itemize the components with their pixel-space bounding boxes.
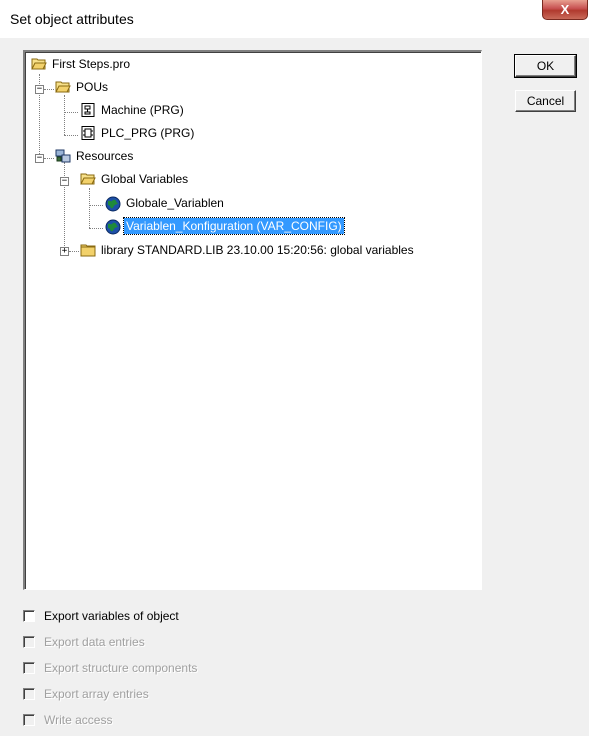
collapse-global-variables-toggle[interactable]: − <box>60 177 69 186</box>
tree-line <box>64 95 65 135</box>
tree-line <box>44 89 54 90</box>
close-button[interactable]: X <box>542 0 588 20</box>
resources-icon <box>55 149 71 163</box>
tree-line <box>64 135 78 136</box>
folder-open-icon <box>55 80 71 94</box>
export-array-entries-checkbox: Export array entries <box>23 686 149 702</box>
tree-item-library-standard[interactable]: library STANDARD.LIB 23.10.00 15:20:56: … <box>80 240 416 260</box>
export-structure-components-checkbox: Export structure components <box>23 660 197 676</box>
folder-open-icon <box>80 172 96 186</box>
tree-item-globale-variablen[interactable]: Globale_Variablen <box>105 193 226 213</box>
tree-item-label: POUs <box>76 80 109 94</box>
window-title: Set object attributes <box>10 11 134 27</box>
checkbox-box <box>23 714 35 726</box>
tree-line <box>69 251 79 252</box>
tree-item-label: Machine (PRG) <box>101 103 184 117</box>
cancel-button[interactable]: Cancel <box>515 90 576 112</box>
tree-line <box>64 162 65 246</box>
tree-line <box>44 158 54 159</box>
checkbox-box[interactable] <box>23 610 35 622</box>
tree-line <box>64 112 78 113</box>
collapse-pous-toggle[interactable]: − <box>35 85 44 94</box>
checkbox-label: Export structure components <box>44 661 198 675</box>
collapse-resources-toggle[interactable]: − <box>35 154 44 163</box>
tree-item-plc-prg[interactable]: PLC_PRG (PRG) <box>80 123 196 143</box>
tree-item-label: First Steps.pro <box>52 57 131 71</box>
tree-item-resources[interactable]: Resources <box>55 146 135 166</box>
checkbox-box <box>23 662 35 674</box>
checkbox-label: Export array entries <box>44 687 149 701</box>
checkbox-box <box>23 688 35 700</box>
checkbox-label: Write access <box>44 713 113 727</box>
tree-line <box>89 205 103 206</box>
close-icon: X <box>560 2 570 17</box>
export-variables-checkbox[interactable]: Export variables of object <box>23 608 179 624</box>
checkbox-box <box>23 636 35 648</box>
checkbox-label: Export variables of object <box>44 609 179 623</box>
tree-item-pous[interactable]: POUs <box>55 77 110 97</box>
folder-closed-icon <box>80 243 96 257</box>
tree-item-global-variables[interactable]: Global Variables <box>80 169 190 189</box>
globe-icon <box>105 219 121 235</box>
export-data-entries-checkbox: Export data entries <box>23 634 145 650</box>
tree-item-label: Variablen_Konfiguration (VAR_CONFIG) <box>123 217 345 235</box>
folder-open-icon <box>31 57 47 71</box>
title-bar: Set object attributes X <box>0 0 589 38</box>
sfc-program-icon <box>80 103 96 117</box>
tree-item-label: Global Variables <box>101 172 189 186</box>
tree-line <box>89 188 90 228</box>
st-program-icon <box>80 126 96 140</box>
tree-item-variablen-konfiguration[interactable]: Variablen_Konfiguration (VAR_CONFIG) <box>105 216 345 236</box>
globe-icon <box>105 196 121 212</box>
tree-line <box>89 228 103 229</box>
tree-item-machine[interactable]: Machine (PRG) <box>80 100 186 120</box>
tree-item-label: Globale_Variablen <box>126 196 224 210</box>
tree-item-label: library STANDARD.LIB 23.10.00 15:20:56: … <box>101 243 414 257</box>
expand-library-toggle[interactable]: + <box>60 247 69 256</box>
checkbox-label: Export data entries <box>44 635 145 649</box>
object-tree[interactable]: − − − + First Steps.pro POUs Machine (PR… <box>23 50 482 590</box>
tree-item-label: Resources <box>76 149 134 163</box>
tree-item-label: PLC_PRG (PRG) <box>101 126 195 140</box>
ok-button[interactable]: OK <box>514 54 577 78</box>
write-access-checkbox: Write access <box>23 712 112 728</box>
tree-item-project[interactable]: First Steps.pro <box>31 54 132 74</box>
